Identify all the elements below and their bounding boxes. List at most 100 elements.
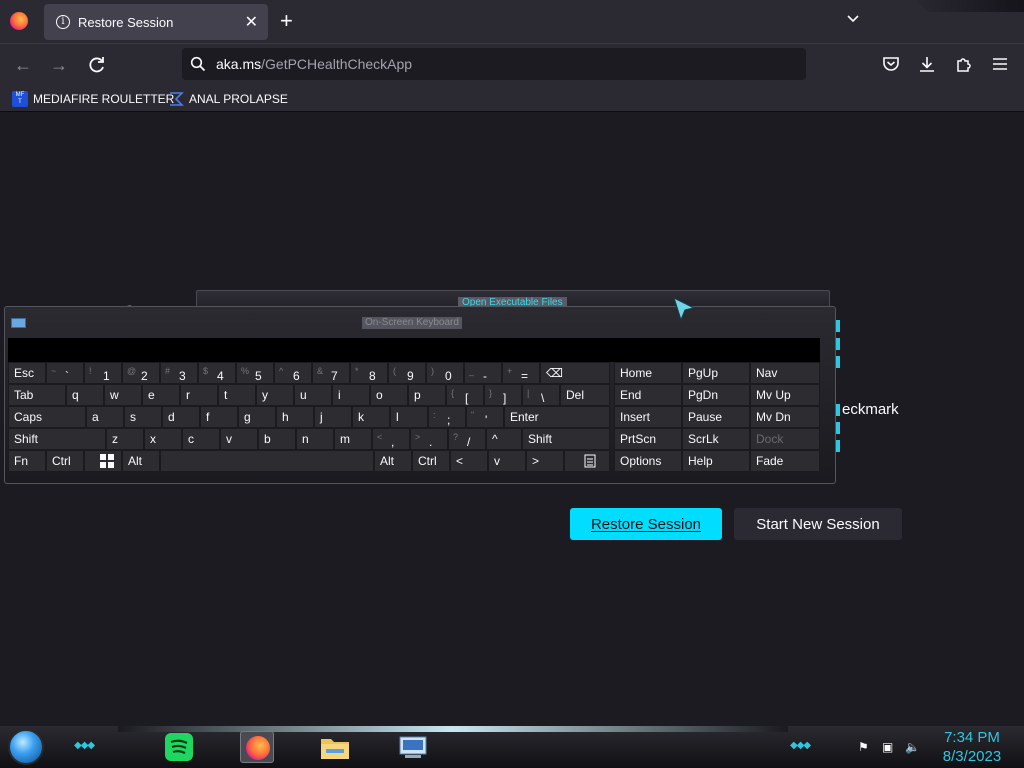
key-h[interactable]: h	[276, 406, 314, 428]
key-d[interactable]: d	[162, 406, 200, 428]
key-u[interactable]: u	[294, 384, 332, 406]
key-symbol[interactable]: ~ `	[46, 362, 84, 384]
key-k[interactable]: k	[352, 406, 390, 428]
key-help[interactable]: Help	[682, 450, 750, 472]
key-space[interactable]	[160, 450, 374, 472]
key-0[interactable]: ) 0	[426, 362, 464, 384]
key-mv-up[interactable]: Mv Up	[750, 384, 820, 406]
restore-session-button[interactable]: Restore Session	[570, 508, 722, 540]
close-tab-icon[interactable]: ✕	[245, 12, 258, 32]
key-b[interactable]: b	[258, 428, 296, 450]
key-insert[interactable]: Insert	[614, 406, 682, 428]
key-n[interactable]: n	[296, 428, 334, 450]
bookmark-mediafire[interactable]: MF T MEDIAFIRE ROULETTER	[12, 90, 174, 108]
system-clock[interactable]: 7:34 PM 8/3/2023	[940, 728, 1004, 766]
key-j[interactable]: j	[314, 406, 352, 428]
key-mv-dn[interactable]: Mv Dn	[750, 406, 820, 428]
menu-icon[interactable]	[991, 55, 1009, 73]
key-z[interactable]: z	[106, 428, 144, 450]
key-fn[interactable]: Fn	[8, 450, 46, 472]
network-icon[interactable]: ▣	[882, 740, 898, 754]
key-home[interactable]: Home	[614, 362, 682, 384]
key-w[interactable]: w	[104, 384, 142, 406]
key-shift[interactable]: Shift	[8, 428, 106, 450]
key-caps[interactable]: Caps	[8, 406, 86, 428]
key-pause[interactable]: Pause	[682, 406, 750, 428]
key-l[interactable]: l	[390, 406, 428, 428]
key-4[interactable]: $4	[198, 362, 236, 384]
action-center-flag-icon[interactable]: ⚑	[858, 740, 874, 754]
key-m[interactable]: m	[334, 428, 372, 450]
on-screen-keyboard-icon[interactable]	[396, 731, 430, 763]
key-pgup[interactable]: PgUp	[682, 362, 750, 384]
key-alt[interactable]: Alt	[374, 450, 412, 472]
tab-restore-session[interactable]: i Restore Session ✕	[44, 4, 268, 40]
key-1[interactable]: ! 1	[84, 362, 122, 384]
key-i[interactable]: i	[332, 384, 370, 406]
key-p[interactable]: p	[408, 384, 446, 406]
firefox-logo-icon[interactable]	[10, 12, 28, 30]
key-s[interactable]: s	[124, 406, 162, 428]
key-enter[interactable]: Enter	[504, 406, 610, 428]
key-dock[interactable]: Dock	[750, 428, 820, 450]
reload-icon[interactable]	[86, 54, 108, 76]
key-esc[interactable]: Esc	[8, 362, 46, 384]
key-nav[interactable]: Nav	[750, 362, 820, 384]
forward-arrow-icon[interactable]: →	[48, 54, 70, 76]
key-end[interactable]: End	[614, 384, 682, 406]
file-explorer-icon[interactable]	[318, 731, 352, 763]
key-symbol[interactable]: <	[450, 450, 488, 472]
key-e[interactable]: e	[142, 384, 180, 406]
start-new-session-button[interactable]: Start New Session	[734, 508, 902, 540]
key-t[interactable]: t	[218, 384, 256, 406]
key-symbol[interactable]: >	[526, 450, 564, 472]
back-arrow-icon[interactable]: ←	[12, 54, 34, 76]
key-symbol[interactable]: ? /	[448, 428, 486, 450]
key-ctrl[interactable]: Ctrl	[46, 450, 84, 472]
chevron-down-icon[interactable]	[846, 12, 860, 26]
extensions-icon[interactable]	[955, 55, 973, 73]
key-options[interactable]: Options	[614, 450, 682, 472]
key-f[interactable]: f	[200, 406, 238, 428]
bookmark-second[interactable]: ANAL PROLAPSE	[168, 90, 288, 108]
volume-icon[interactable]: 🔈	[905, 740, 921, 754]
key-8[interactable]: * 8	[350, 362, 388, 384]
downloads-icon[interactable]	[918, 55, 936, 73]
key-pgdn[interactable]: PgDn	[682, 384, 750, 406]
key-symbol[interactable]: }]	[484, 384, 522, 406]
url-bar[interactable]: aka.ms/GetPCHealthCheckApp	[182, 48, 806, 80]
key-tab[interactable]: Tab	[8, 384, 66, 406]
key-6[interactable]: ^ 6	[274, 362, 312, 384]
key-shift[interactable]: Shift	[522, 428, 610, 450]
key-v[interactable]: v	[488, 450, 526, 472]
key-5[interactable]: % 5	[236, 362, 274, 384]
key-y[interactable]: y	[256, 384, 294, 406]
key-symbol[interactable]: >.	[410, 428, 448, 450]
pocket-icon[interactable]	[882, 55, 900, 73]
key-del[interactable]: Del	[560, 384, 610, 406]
key-menu[interactable]	[564, 450, 610, 472]
key-symbol[interactable]: + =	[502, 362, 540, 384]
key-symbol[interactable]: ^	[486, 428, 522, 450]
key-alt[interactable]: Alt	[122, 450, 160, 472]
key-o[interactable]: o	[370, 384, 408, 406]
key-symbol[interactable]: {[	[446, 384, 484, 406]
key-r[interactable]: r	[180, 384, 218, 406]
key-c[interactable]: c	[182, 428, 220, 450]
start-button[interactable]	[8, 729, 44, 765]
key-windows[interactable]	[84, 450, 122, 472]
key-symbol[interactable]: ⌫	[540, 362, 610, 384]
key-symbol[interactable]: <,	[372, 428, 410, 450]
key-ctrl[interactable]: Ctrl	[412, 450, 450, 472]
key-9[interactable]: (9	[388, 362, 426, 384]
key-x[interactable]: x	[144, 428, 182, 450]
new-tab-icon[interactable]: +	[280, 10, 293, 32]
key-a[interactable]: a	[86, 406, 124, 428]
key-2[interactable]: @2	[122, 362, 160, 384]
key-symbol[interactable]: | \	[522, 384, 560, 406]
url-text[interactable]: aka.ms/GetPCHealthCheckApp	[216, 56, 412, 72]
key-scrlk[interactable]: ScrLk	[682, 428, 750, 450]
key-symbol[interactable]: :;	[428, 406, 466, 428]
key-symbol[interactable]: _ -	[464, 362, 502, 384]
key-3[interactable]: #3	[160, 362, 198, 384]
